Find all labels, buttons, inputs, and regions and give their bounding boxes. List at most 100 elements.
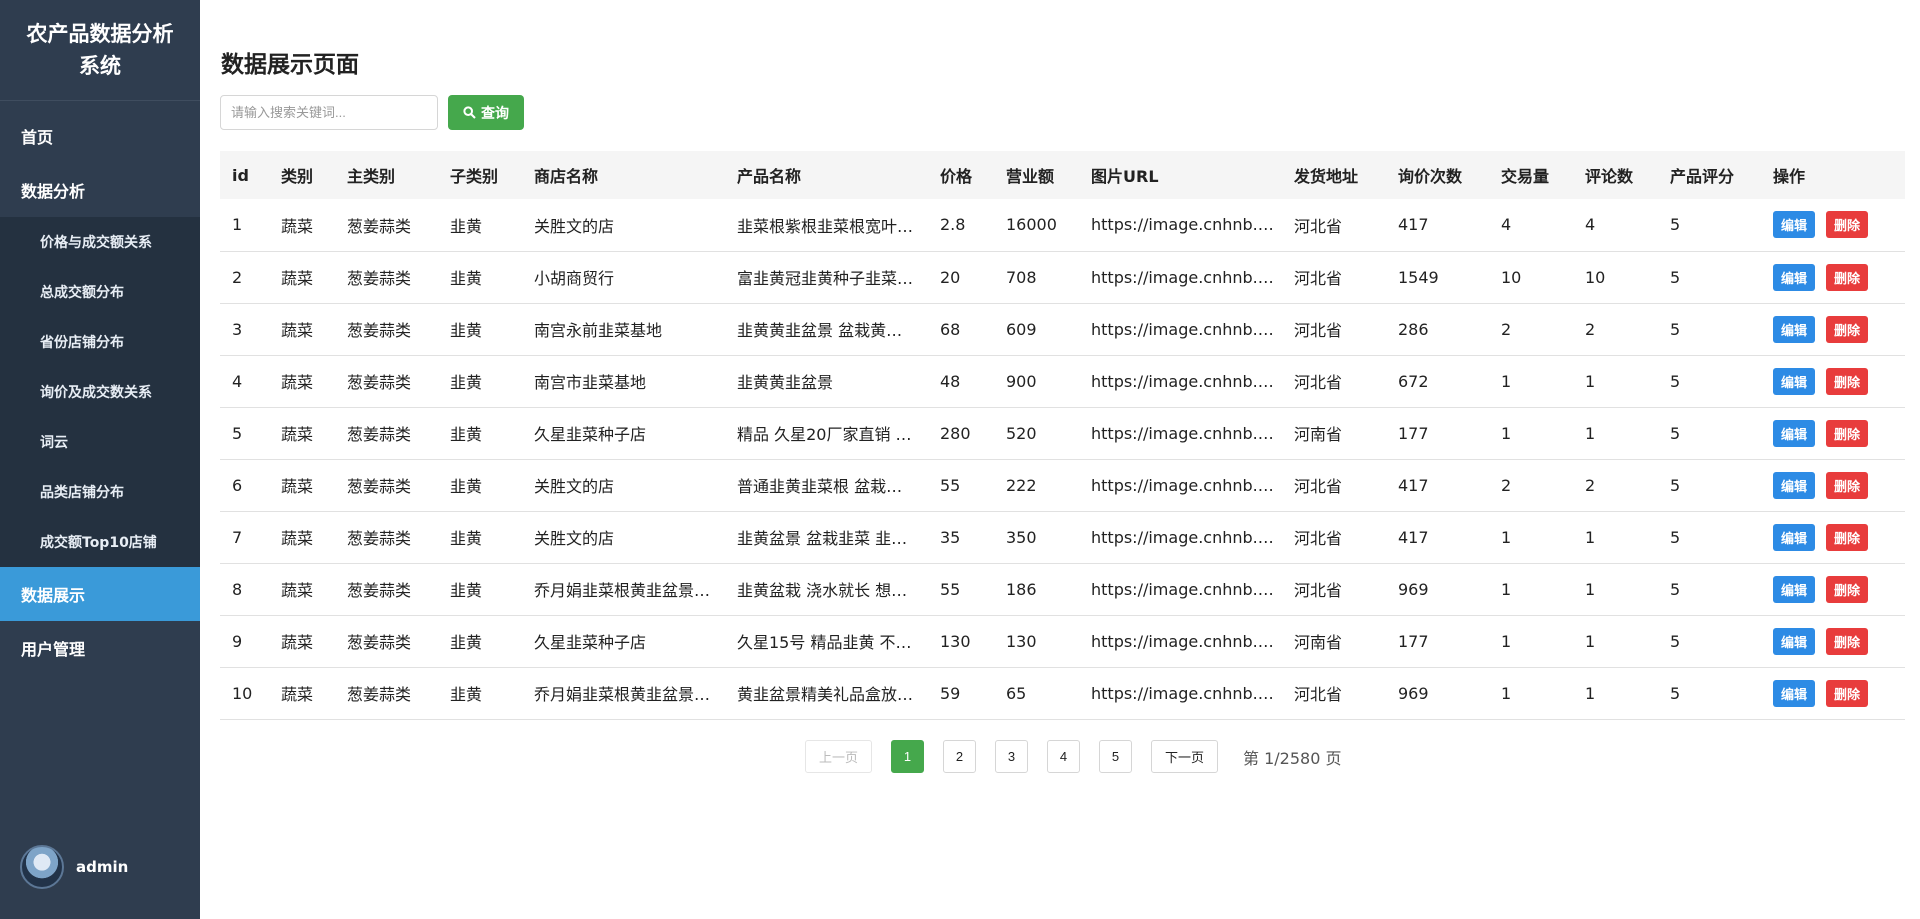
transaction-volume-cell: 10 [1489,251,1573,304]
edit-button[interactable]: 编辑 [1773,263,1815,291]
sidebar-item-province-shops[interactable]: 省份店铺分布 [0,317,200,367]
actions-cell: 编辑 删除 [1761,199,1905,252]
delete-button[interactable]: 删除 [1826,575,1868,603]
price-cell: 280 [928,407,994,460]
sidebar-item-data-display[interactable]: 数据展示 [0,567,200,621]
delete-button[interactable]: 删除 [1826,523,1868,551]
column-header-comment-count[interactable]: 评论数 [1573,151,1658,199]
sidebar-item-inquiry-transactions[interactable]: 询价及成交数关系 [0,367,200,417]
product-name-cell: 韭菜根紫根韭菜根宽叶… [725,199,928,252]
sub-category-cell: 韭黄 [438,563,522,616]
edit-button[interactable]: 编辑 [1773,575,1815,603]
main-category-cell: 葱姜蒜类 [335,667,438,720]
table-row: 1 蔬菜 葱姜蒜类 韭黄 关胜文的店 韭菜根紫根韭菜根宽叶… 2.8 16000 https:/… [220,199,1905,252]
id-cell: 3 [220,303,269,356]
transaction-volume-cell: 1 [1489,667,1573,720]
sidebar-item-price-revenue[interactable]: 价格与成交额关系 [0,217,200,267]
edit-button[interactable]: 编辑 [1773,315,1815,343]
transaction-volume-cell: 1 [1489,563,1573,616]
delete-button[interactable]: 删除 [1826,627,1868,655]
column-header-revenue[interactable]: 营业额 [994,151,1079,199]
sidebar-item-data-analysis[interactable]: 数据分析 [0,163,200,217]
sub-category-cell: 韭黄 [438,199,522,252]
transaction-volume-cell: 1 [1489,407,1573,460]
sidebar-item-home[interactable]: 首页 [0,109,200,163]
delete-button[interactable]: 删除 [1826,211,1868,239]
actions-cell: 编辑 删除 [1761,303,1905,356]
column-header-inquiry-count[interactable]: 询价次数 [1386,151,1489,199]
comment-count-cell: 10 [1573,251,1658,304]
column-header-category[interactable]: 类别 [269,151,335,199]
page-button-2[interactable]: 2 [943,740,976,773]
category-cell: 蔬菜 [269,355,335,408]
sidebar-item-top10-shops[interactable]: 成交额Top10店铺 [0,517,200,567]
shop-name-cell: 久星韭菜种子店 [522,407,725,460]
price-cell: 48 [928,355,994,408]
edit-button[interactable]: 编辑 [1773,211,1815,239]
category-cell: 蔬菜 [269,199,335,252]
delete-button[interactable]: 删除 [1826,315,1868,343]
delete-button[interactable]: 删除 [1826,367,1868,395]
previous-page-button[interactable]: 上一页 [805,740,872,773]
id-cell: 8 [220,563,269,616]
delete-button[interactable]: 删除 [1826,471,1868,499]
edit-button[interactable]: 编辑 [1773,419,1815,447]
column-header-product-rating[interactable]: 产品评分 [1658,151,1761,199]
product-rating-cell: 5 [1658,303,1761,356]
user-profile[interactable]: admin [20,845,128,889]
page-button-3[interactable]: 3 [995,740,1028,773]
query-button[interactable]: 查询 [448,95,524,130]
main-category-cell: 葱姜蒜类 [335,251,438,304]
delete-button[interactable]: 删除 [1826,419,1868,447]
search-input[interactable] [220,95,438,130]
page-button-4[interactable]: 4 [1047,740,1080,773]
next-page-button[interactable]: 下一页 [1151,740,1218,773]
shop-name-cell: 小胡商贸行 [522,251,725,304]
edit-button[interactable]: 编辑 [1773,679,1815,707]
edit-button[interactable]: 编辑 [1773,523,1815,551]
sidebar-item-user-management[interactable]: 用户管理 [0,621,200,675]
sidebar-item-word-cloud[interactable]: 词云 [0,417,200,467]
shipping-address-cell: 河北省 [1282,563,1386,616]
username: admin [76,858,129,876]
edit-button[interactable]: 编辑 [1773,367,1815,395]
transaction-volume-cell: 2 [1489,459,1573,512]
column-header-image-url[interactable]: 图片URL [1079,151,1282,199]
price-cell: 35 [928,511,994,564]
product-rating-cell: 5 [1658,667,1761,720]
inquiry-count-cell: 417 [1386,199,1489,252]
column-header-id[interactable]: id [220,151,269,199]
edit-button[interactable]: 编辑 [1773,471,1815,499]
column-header-transaction-volume[interactable]: 交易量 [1489,151,1573,199]
delete-button[interactable]: 删除 [1826,263,1868,291]
main-category-cell: 葱姜蒜类 [335,511,438,564]
sub-category-cell: 韭黄 [438,615,522,668]
inquiry-count-cell: 177 [1386,615,1489,668]
category-cell: 蔬菜 [269,407,335,460]
column-header-shipping-address[interactable]: 发货地址 [1282,151,1386,199]
price-cell: 59 [928,667,994,720]
edit-button[interactable]: 编辑 [1773,627,1815,655]
column-header-sub-category[interactable]: 子类别 [438,151,522,199]
column-header-shop-name[interactable]: 商店名称 [522,151,725,199]
column-header-main-category[interactable]: 主类别 [335,151,438,199]
main-category-cell: 葱姜蒜类 [335,563,438,616]
delete-button[interactable]: 删除 [1826,679,1868,707]
shipping-address-cell: 河南省 [1282,615,1386,668]
transaction-volume-cell: 1 [1489,615,1573,668]
column-header-price[interactable]: 价格 [928,151,994,199]
row-actions: 编辑 删除 [1773,367,1905,395]
analysis-submenu: 价格与成交额关系 总成交额分布 省份店铺分布 询价及成交数关系 词云 品类店铺分… [0,217,200,567]
page-button-1[interactable]: 1 [891,740,924,773]
page-title: 数据展示页面 [221,52,359,78]
sidebar-item-total-revenue[interactable]: 总成交额分布 [0,267,200,317]
row-actions: 编辑 删除 [1773,419,1905,447]
product-name-cell: 韭黄盆栽 浇水就长 想… [725,563,928,616]
page-button-5[interactable]: 5 [1099,740,1132,773]
inquiry-count-cell: 969 [1386,563,1489,616]
table-row: 6 蔬菜 葱姜蒜类 韭黄 关胜文的店 普通韭黄韭菜根 盆栽… 55 222 https://im… [220,459,1905,512]
sidebar-item-category-shops[interactable]: 品类店铺分布 [0,467,200,517]
pagination: 上一页 1 2 3 4 5 下一页 第 1/2580 页 [805,740,1341,773]
comment-count-cell: 1 [1573,511,1658,564]
column-header-product-name[interactable]: 产品名称 [725,151,928,199]
